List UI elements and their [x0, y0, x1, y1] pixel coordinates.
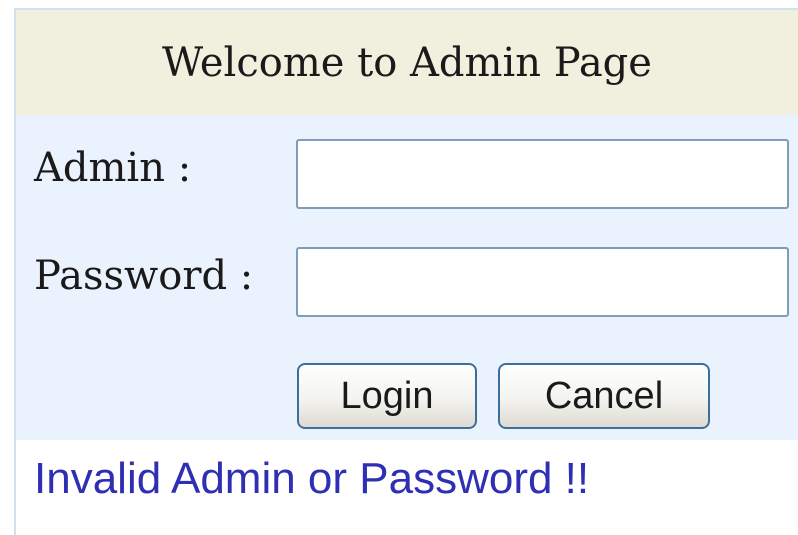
password-label: Password : [34, 253, 254, 299]
header-bar: Welcome to Admin Page [16, 10, 798, 115]
admin-label: Admin : [34, 145, 192, 191]
admin-login-panel: Welcome to Admin Page Admin : Password :… [14, 8, 798, 535]
password-input[interactable] [296, 247, 789, 317]
error-message: Invalid Admin or Password !! [34, 454, 590, 503]
login-button[interactable]: Login [297, 363, 477, 429]
page-title: Welcome to Admin Page [162, 39, 652, 86]
cancel-button[interactable]: Cancel [498, 363, 710, 429]
admin-input[interactable] [296, 139, 789, 209]
login-form: Admin : Password : Login Cancel [16, 115, 798, 440]
